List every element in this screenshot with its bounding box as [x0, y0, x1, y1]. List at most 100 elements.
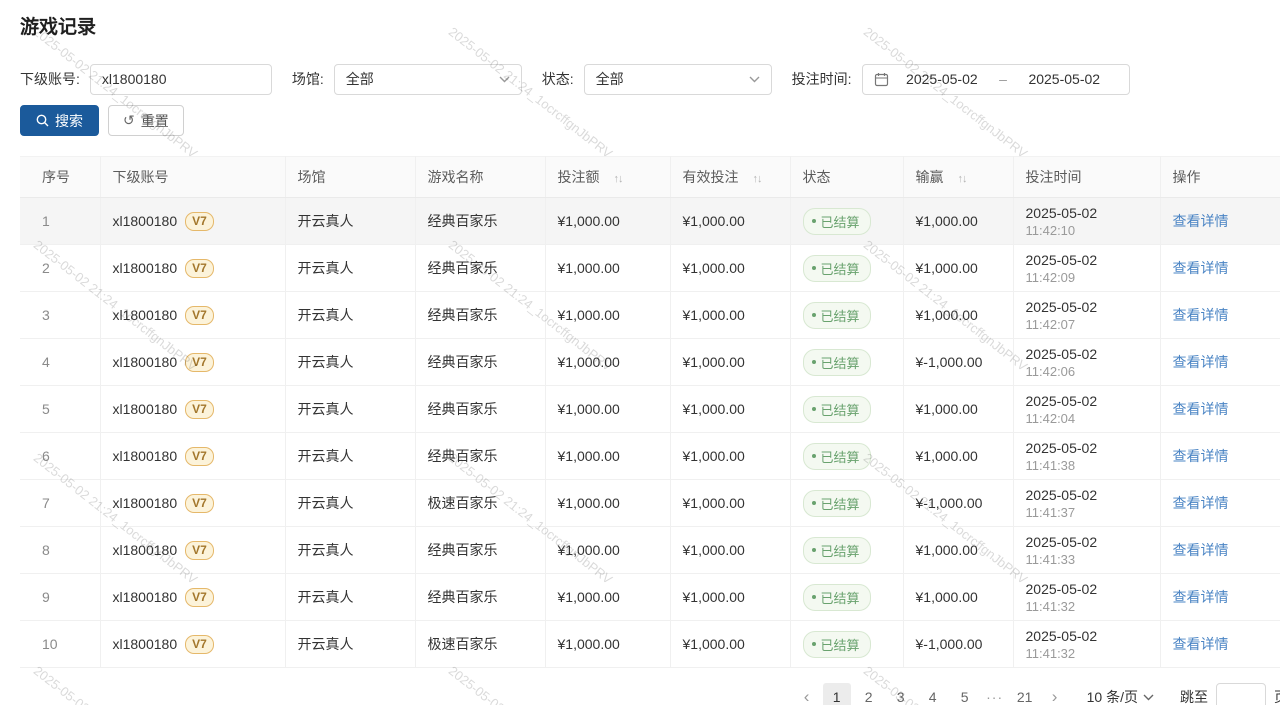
vip-level-badge: V7 [185, 541, 214, 560]
cell-account: xl1800180V7 [100, 292, 285, 339]
column-header-label: 投注额 [558, 169, 600, 185]
page-button-2[interactable]: 2 [855, 683, 883, 705]
date-start[interactable]: 2025-05-02 [889, 71, 996, 87]
account-name: xl1800180 [113, 448, 178, 464]
cell-action: 查看详情 [1160, 433, 1280, 480]
vip-level-badge: V7 [185, 635, 214, 654]
status-select-value: 全部 [596, 69, 624, 89]
page-button-3[interactable]: 3 [887, 683, 915, 705]
action-bar: 搜索 ↺ 重置 [20, 105, 1260, 136]
cell-account: xl1800180V7 [100, 198, 285, 245]
bet-date: 2025-05-02 [1026, 533, 1148, 552]
status-dot-icon [812, 313, 816, 317]
cell-account: xl1800180V7 [100, 339, 285, 386]
view-details-link[interactable]: 查看详情 [1173, 542, 1229, 558]
status-badge: 已结算 [803, 584, 871, 611]
table-row: 7xl1800180V7开云真人极速百家乐¥1,000.00¥1,000.00已… [20, 480, 1280, 527]
bet-date: 2025-05-02 [1026, 580, 1148, 599]
bet-time: 11:41:32 [1026, 599, 1148, 615]
prev-page-button[interactable]: ‹ [795, 683, 819, 705]
date-range-picker[interactable]: 2025-05-02 – 2025-05-02 [862, 64, 1130, 95]
cell-status: 已结算 [790, 386, 903, 433]
cell-action: 查看详情 [1160, 527, 1280, 574]
view-details-link[interactable]: 查看详情 [1173, 401, 1229, 417]
reset-button[interactable]: ↺ 重置 [108, 105, 184, 136]
bet-date: 2025-05-02 [1026, 345, 1148, 364]
cell-account: xl1800180V7 [100, 527, 285, 574]
column-header-label: 输赢 [916, 169, 944, 185]
table-header-row: 序号下级账号场馆游戏名称投注额↑↓有效投注↑↓状态输赢↑↓投注时间操作 [20, 157, 1280, 198]
view-details-link[interactable]: 查看详情 [1173, 636, 1229, 652]
bet-date: 2025-05-02 [1026, 486, 1148, 505]
cell-account: xl1800180V7 [100, 621, 285, 668]
cell-venue: 开云真人 [285, 292, 415, 339]
cell-action: 查看详情 [1160, 292, 1280, 339]
cell-valid-bet: ¥1,000.00 [670, 574, 790, 621]
bet-date: 2025-05-02 [1026, 439, 1148, 458]
cell-account: xl1800180V7 [100, 386, 285, 433]
cell-bet-time: 2025-05-0211:41:33 [1013, 527, 1160, 574]
view-details-link[interactable]: 查看详情 [1173, 589, 1229, 605]
cell-status: 已结算 [790, 621, 903, 668]
date-separator: – [995, 71, 1011, 87]
bet-date: 2025-05-02 [1026, 627, 1148, 646]
status-dot-icon [812, 501, 816, 505]
cell-venue: 开云真人 [285, 574, 415, 621]
sort-icon[interactable]: ↑↓ [614, 173, 623, 185]
cell-bet-time: 2025-05-0211:42:07 [1013, 292, 1160, 339]
cell-bet: ¥1,000.00 [545, 198, 670, 245]
view-details-link[interactable]: 查看详情 [1173, 495, 1229, 511]
status-label: 状态: [542, 69, 574, 89]
status-label: 已结算 [821, 212, 860, 231]
date-end[interactable]: 2025-05-02 [1011, 71, 1118, 87]
page-size-select[interactable]: 10 条/页 [1087, 687, 1154, 705]
bet-time: 11:42:09 [1026, 270, 1148, 286]
cell-action: 查看详情 [1160, 386, 1280, 433]
status-badge: 已结算 [803, 349, 871, 376]
cell-bet-time: 2025-05-0211:41:32 [1013, 621, 1160, 668]
cell-index: 7 [20, 480, 100, 527]
cell-bet-time: 2025-05-0211:41:38 [1013, 433, 1160, 480]
page-button-4[interactable]: 4 [919, 683, 947, 705]
search-button[interactable]: 搜索 [20, 105, 99, 136]
cell-account: xl1800180V7 [100, 574, 285, 621]
table-body: 1xl1800180V7开云真人经典百家乐¥1,000.00¥1,000.00已… [20, 198, 1280, 668]
page-button-5[interactable]: 5 [951, 683, 979, 705]
page-ellipsis[interactable]: ··· [981, 689, 1009, 705]
cell-venue: 开云真人 [285, 198, 415, 245]
view-details-link[interactable]: 查看详情 [1173, 448, 1229, 464]
sort-icon[interactable]: ↑↓ [753, 173, 762, 185]
column-header-venue: 场馆 [285, 157, 415, 198]
status-badge: 已结算 [803, 490, 871, 517]
cell-win-loss: ¥1,000.00 [903, 433, 1013, 480]
next-page-button[interactable]: › [1043, 683, 1067, 705]
account-input[interactable] [90, 64, 272, 95]
status-badge: 已结算 [803, 255, 871, 282]
page-button-21[interactable]: 21 [1011, 683, 1039, 705]
jump-page-input[interactable] [1216, 683, 1266, 705]
venue-select-value: 全部 [346, 69, 374, 89]
status-select[interactable]: 全部 [584, 64, 772, 95]
cell-action: 查看详情 [1160, 621, 1280, 668]
page-button-1[interactable]: 1 [823, 683, 851, 705]
cell-venue: 开云真人 [285, 480, 415, 527]
sort-icon[interactable]: ↑↓ [958, 173, 967, 185]
status-label: 已结算 [821, 353, 860, 372]
search-icon [36, 114, 49, 127]
cell-win-loss: ¥-1,000.00 [903, 480, 1013, 527]
table-row: 1xl1800180V7开云真人经典百家乐¥1,000.00¥1,000.00已… [20, 198, 1280, 245]
cell-game: 极速百家乐 [415, 480, 545, 527]
status-label: 已结算 [821, 259, 860, 278]
bet-date: 2025-05-02 [1026, 392, 1148, 411]
cell-index: 3 [20, 292, 100, 339]
view-details-link[interactable]: 查看详情 [1173, 213, 1229, 229]
column-header-game: 游戏名称 [415, 157, 545, 198]
view-details-link[interactable]: 查看详情 [1173, 260, 1229, 276]
cell-status: 已结算 [790, 527, 903, 574]
view-details-link[interactable]: 查看详情 [1173, 354, 1229, 370]
cell-bet-time: 2025-05-0211:41:37 [1013, 480, 1160, 527]
cell-win-loss: ¥1,000.00 [903, 386, 1013, 433]
view-details-link[interactable]: 查看详情 [1173, 307, 1229, 323]
status-label: 已结算 [821, 494, 860, 513]
venue-select[interactable]: 全部 [334, 64, 522, 95]
